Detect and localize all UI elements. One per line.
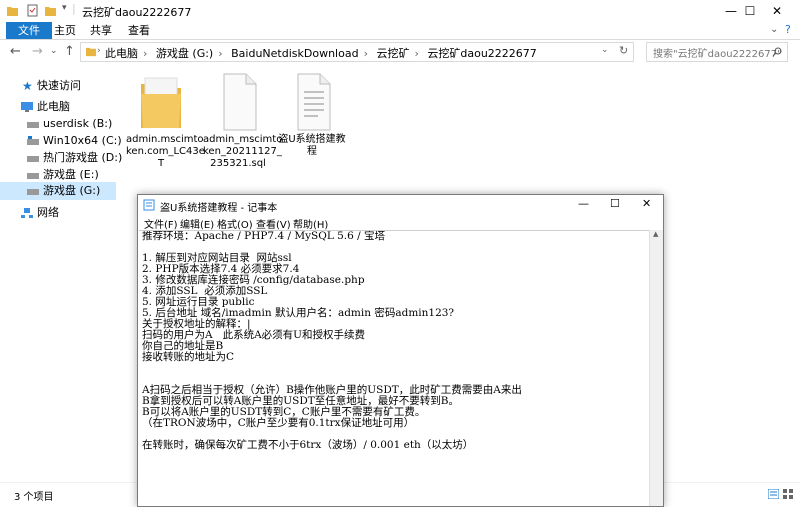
search-placeholder: 搜索"云挖矿daou2222677" bbox=[653, 49, 782, 60]
text-line: 推荐环境：Apache / PHP7.4 / MySQL 5.6 / 宝塔 bbox=[142, 230, 386, 242]
large-icons-view-icon[interactable] bbox=[783, 489, 794, 499]
breadcrumb-item[interactable]: 游戏盘 (G:) bbox=[156, 47, 213, 60]
text-line: 在转账时，确保每次矿工费不小于6trx（波场）/ 0.001 eth（以太坊） bbox=[142, 439, 474, 451]
tab-share[interactable]: 共享 bbox=[80, 22, 122, 39]
chevron-right-icon: › bbox=[143, 47, 148, 60]
chevron-right-icon: › bbox=[97, 46, 101, 56]
recent-locations-icon[interactable]: ⌄ bbox=[50, 46, 58, 56]
nav-label: 游戏盘 (G:) bbox=[43, 184, 101, 197]
up-icon[interactable]: ↑ bbox=[64, 44, 75, 59]
menu-help[interactable]: 帮助(H) bbox=[293, 216, 328, 231]
text-file-icon bbox=[297, 73, 331, 131]
nav-label: Win10x64 (C:) bbox=[43, 134, 122, 147]
folder-icon bbox=[141, 77, 181, 128]
title-divider: | bbox=[72, 2, 76, 15]
help-icon[interactable]: ? bbox=[785, 23, 791, 36]
chevron-right-icon: › bbox=[218, 47, 223, 60]
notepad-minimize-button[interactable]: — bbox=[578, 197, 589, 210]
drive-icon bbox=[27, 156, 39, 162]
close-button[interactable]: ✕ bbox=[754, 0, 800, 22]
back-icon[interactable]: ← bbox=[10, 44, 21, 59]
navigation-pane: ★ 快速访问 此电脑 userdisk (B:) Win10x64 (C:) 热… bbox=[0, 66, 122, 482]
menu-view[interactable]: 查看(V) bbox=[256, 216, 291, 231]
details-view-icon[interactable] bbox=[768, 489, 779, 499]
text-line: （在TRON波场中，C账户至少要有0.1trx保证地址可用） bbox=[142, 417, 415, 429]
drive-icon bbox=[27, 189, 39, 195]
notepad-window: 盗U系统搭建教程 - 记事本 — ☐ ✕ 文件(F) 编辑(E) 格式(O) 查… bbox=[137, 194, 664, 507]
forward-icon[interactable]: → bbox=[32, 44, 43, 59]
breadcrumb-item[interactable]: BaiduNetdiskDownload bbox=[231, 47, 358, 60]
nav-network[interactable]: 网络 bbox=[0, 204, 116, 222]
text-line bbox=[139, 363, 650, 374]
breadcrumb: 此电脑 › 游戏盘 (G:) › BaiduNetdiskDownload › 云挖矿… bbox=[105, 45, 537, 61]
nav-label: 热门游戏盘 (D:) bbox=[43, 151, 123, 164]
menu-file[interactable]: 文件(F) bbox=[144, 216, 178, 231]
ribbon-tabs: 文件 主页 共享 查看 ⌄ ? bbox=[0, 22, 800, 40]
star-icon: ★ bbox=[22, 79, 33, 93]
breadcrumb-item[interactable]: 云挖矿daou2222677 bbox=[427, 47, 536, 60]
notepad-title: 盗U系统搭建教程 - 记事本 bbox=[160, 203, 278, 214]
notepad-title-bar: 盗U系统搭建教程 - 记事本 — ☐ ✕ bbox=[138, 195, 663, 214]
notepad-text-area[interactable]: 推荐环境：Apache / PHP7.4 / MySQL 5.6 / 宝塔 1.… bbox=[139, 230, 650, 507]
window-title: 云挖矿daou2222677 bbox=[82, 6, 192, 19]
network-icon bbox=[21, 208, 33, 218]
nav-this-pc[interactable]: 此电脑 bbox=[0, 98, 116, 116]
notepad-menu-bar: 文件(F) 编辑(E) 格式(O) 查看(V) 帮助(H) bbox=[138, 214, 663, 231]
explorer-title-bar: ▾ | 云挖矿daou2222677 — ☐ ✕ bbox=[0, 0, 800, 23]
file-item[interactable]: admin_mscimto ken_20211127_ 235321.sql bbox=[203, 70, 283, 170]
nav-label: 网络 bbox=[37, 206, 59, 219]
nav-label: userdisk (B:) bbox=[43, 117, 113, 130]
chevron-right-icon: › bbox=[414, 47, 419, 60]
nav-drive-d[interactable]: 热门游戏盘 (D:) bbox=[0, 149, 122, 167]
search-input[interactable]: 搜索"云挖矿daou2222677" bbox=[646, 42, 788, 62]
file-item[interactable]: admin.mscimto ken.com_LC43e T bbox=[126, 70, 205, 170]
item-count: 3 个项目 bbox=[14, 492, 54, 503]
search-icon bbox=[772, 47, 782, 57]
file-name: 盗U系统搭建教程 bbox=[278, 134, 346, 157]
notepad-close-button[interactable]: ✕ bbox=[642, 197, 651, 210]
chevron-right-icon: › bbox=[363, 47, 368, 60]
document-icon bbox=[223, 73, 257, 131]
refresh-icon[interactable]: ↻ bbox=[619, 44, 628, 57]
nav-drive-c[interactable]: Win10x64 (C:) bbox=[0, 132, 122, 150]
address-bar[interactable]: › 此电脑 › 游戏盘 (G:) › BaiduNetdiskDownload › 云… bbox=[80, 42, 634, 62]
text-line: 接收转账的地址为C bbox=[142, 351, 235, 363]
new-folder-icon[interactable] bbox=[44, 4, 57, 17]
tab-view[interactable]: 查看 bbox=[118, 22, 160, 39]
computer-icon bbox=[21, 102, 33, 112]
nav-label: 快速访问 bbox=[37, 79, 81, 92]
drive-icon bbox=[27, 122, 39, 128]
breadcrumb-item[interactable]: 云挖矿 bbox=[376, 47, 409, 60]
nav-label: 此电脑 bbox=[37, 100, 70, 113]
nav-drive-b[interactable]: userdisk (B:) bbox=[0, 115, 116, 133]
address-dropdown-icon[interactable]: ⌄ bbox=[601, 45, 609, 55]
notepad-maximize-button[interactable]: ☐ bbox=[610, 197, 620, 210]
menu-edit[interactable]: 编辑(E) bbox=[180, 216, 214, 231]
folder-icon bbox=[7, 7, 18, 16]
address-toolbar: ← → ⌄ ↑ › 此电脑 › 游戏盘 (G:) › BaiduNetdiskDow… bbox=[0, 40, 800, 64]
vertical-scrollbar[interactable]: ▲ bbox=[649, 230, 663, 506]
file-name: admin.mscimto ken.com_LC43e T bbox=[126, 134, 205, 169]
notepad-icon bbox=[143, 199, 155, 211]
scroll-up-icon[interactable]: ▲ bbox=[653, 230, 658, 238]
folder-icon bbox=[85, 47, 97, 57]
windows-drive-icon bbox=[27, 136, 39, 145]
expand-ribbon-icon[interactable]: ⌄ bbox=[770, 24, 778, 35]
nav-quick-access[interactable]: ★ 快速访问 bbox=[0, 77, 116, 95]
breadcrumb-item[interactable]: 此电脑 bbox=[105, 47, 138, 60]
menu-format[interactable]: 格式(O) bbox=[217, 216, 253, 231]
file-item[interactable]: 盗U系统搭建教程 bbox=[277, 70, 347, 158]
properties-icon[interactable] bbox=[26, 4, 39, 17]
file-name: admin_mscimto ken_20211127_ 235321.sql bbox=[203, 134, 283, 169]
drive-icon bbox=[27, 173, 39, 179]
nav-drive-g[interactable]: 游戏盘 (G:) bbox=[0, 182, 116, 200]
customize-quick-access-icon[interactable]: ▾ bbox=[62, 3, 67, 13]
